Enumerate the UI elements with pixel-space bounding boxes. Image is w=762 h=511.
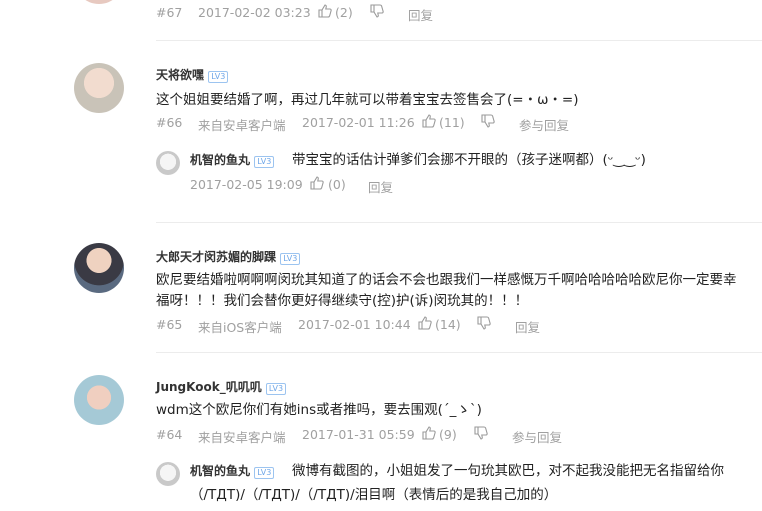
- level-badge: LV3: [208, 71, 229, 83]
- level-badge: LV3: [265, 383, 287, 395]
- like-count: (0): [328, 177, 346, 192]
- floor-number: #65: [156, 317, 183, 332]
- thumbs-down-icon[interactable]: [370, 4, 384, 18]
- comment-time: 2017-02-01 10:44: [298, 317, 411, 332]
- thumbs-down-icon[interactable]: [474, 426, 488, 440]
- comment-text: 这个姐姐要结婚了啊，再过几年就可以带着宝宝去签售会了(=・ω・=): [156, 92, 579, 108]
- comment-time: 2017-02-01 11:26: [302, 115, 415, 130]
- username[interactable]: 大郎天才闵苏媚的脚踝 LV3: [156, 248, 301, 265]
- thumbs-down-icon[interactable]: [477, 316, 491, 330]
- reply-button[interactable]: 回复: [368, 177, 393, 196]
- join-reply-button[interactable]: 参与回复: [519, 115, 569, 134]
- client-source: 来自安卓客户端: [198, 118, 286, 133]
- floor-number: #67: [156, 5, 183, 20]
- level-badge: LV3: [280, 253, 301, 265]
- avatar[interactable]: [74, 243, 124, 293]
- comment-time: 2017-01-31 05:59: [302, 427, 415, 442]
- avatar[interactable]: [74, 375, 124, 425]
- level-badge: LV3: [254, 156, 275, 168]
- reply-time: 2017-02-05 19:09: [190, 177, 303, 192]
- avatar[interactable]: [156, 151, 180, 175]
- comment-time: 2017-02-02 03:23: [198, 5, 311, 20]
- divider: [156, 40, 762, 41]
- thumbs-up-icon[interactable]: [310, 176, 324, 190]
- divider: [156, 222, 762, 223]
- reply-button[interactable]: 回复: [515, 317, 540, 336]
- like-count: (11): [439, 115, 465, 130]
- floor-number: #64: [156, 427, 183, 442]
- thumbs-down-icon[interactable]: [481, 114, 495, 128]
- reply-text-line-1: 微博有截图的，小姐姐发了一句玧其欧巴，对不起我没能把无名指留给你: [292, 463, 724, 479]
- thumbs-up-icon[interactable]: [418, 316, 432, 330]
- comment-text: wdm这个欧尼你们有她ins或者推吗，要去围观(´_ゝ`): [156, 402, 482, 418]
- thumbs-up-icon[interactable]: [422, 426, 436, 440]
- username[interactable]: 机智的鱼丸 LV3: [190, 151, 275, 168]
- like-count: (9): [439, 427, 457, 442]
- username-text[interactable]: 天将欲嘿: [156, 68, 204, 82]
- username-text[interactable]: JungKook_叽叽叽: [156, 380, 262, 394]
- client-source: 来自安卓客户端: [198, 430, 286, 445]
- floor-number: #66: [156, 115, 183, 130]
- avatar[interactable]: [156, 462, 180, 486]
- avatar[interactable]: [74, 63, 124, 113]
- reply-button[interactable]: 回复: [408, 5, 433, 24]
- thumbs-up-icon[interactable]: [422, 114, 436, 128]
- username[interactable]: JungKook_叽叽叽 LV3: [156, 378, 287, 395]
- username[interactable]: 天将欲嘿 LV3: [156, 66, 229, 83]
- username-text[interactable]: 大郎天才闵苏媚的脚踝: [156, 250, 276, 264]
- username-text[interactable]: 机智的鱼丸: [190, 464, 250, 478]
- join-reply-button[interactable]: 参与回复: [512, 427, 562, 446]
- username-text[interactable]: 机智的鱼丸: [190, 153, 250, 167]
- reply-text-line-2: （/TДT)/（/TДT)/（/TДT)/泪目啊（表情后的是我自己加的）: [190, 487, 558, 503]
- like-count: (14): [435, 317, 461, 332]
- divider: [156, 352, 762, 353]
- comment-text-line-2: 福呀！！！我们会替你更好得继续守(控)护(诉)闵玧其的！！！: [156, 293, 529, 309]
- client-source: 来自iOS客户端: [198, 320, 282, 335]
- like-count: (2): [335, 5, 353, 20]
- avatar[interactable]: [74, 0, 124, 4]
- level-badge: LV3: [254, 467, 275, 479]
- reply-text: 带宝宝的话估计弹爹们会挪不开眼的（孩子迷啊都）(ᵕ‿‿ᵕ): [292, 152, 646, 168]
- thumbs-up-icon[interactable]: [318, 4, 332, 18]
- username[interactable]: 机智的鱼丸 LV3: [190, 462, 275, 479]
